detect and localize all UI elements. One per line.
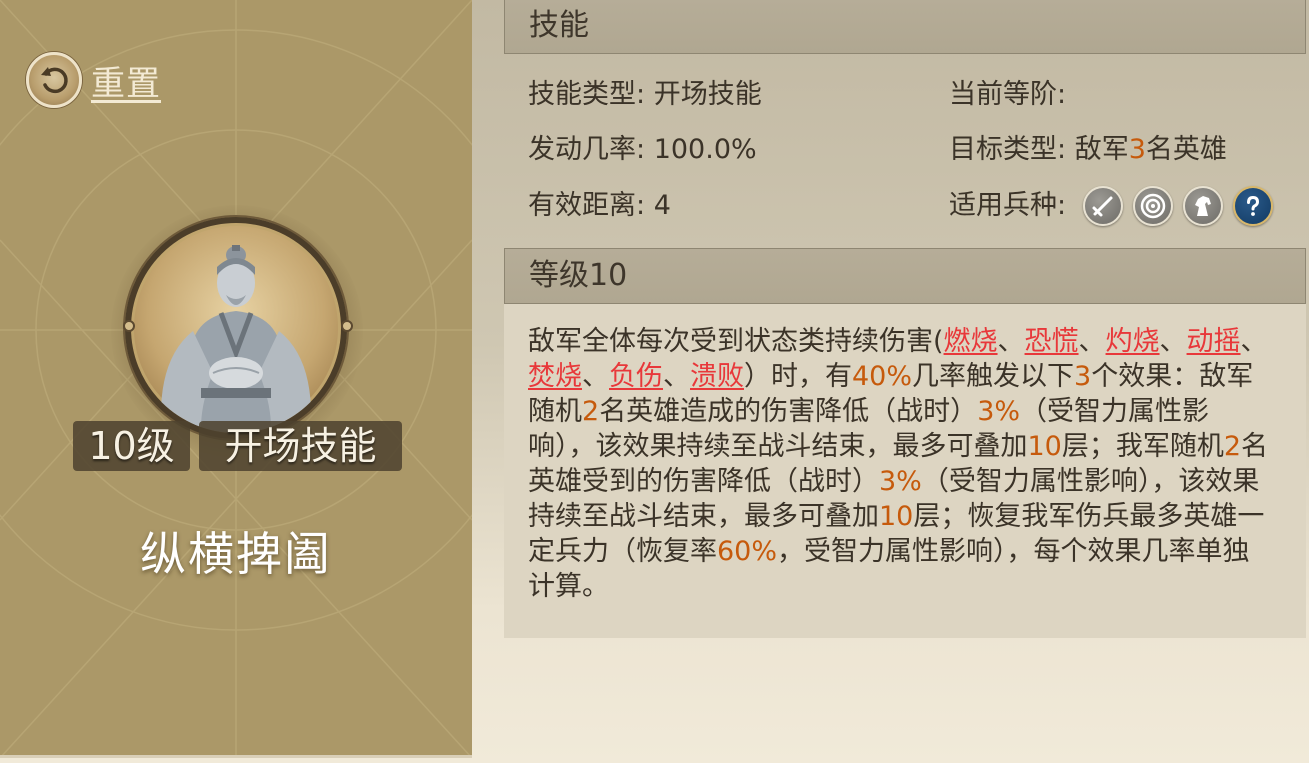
- target-type-prefix: 敌军: [1074, 134, 1129, 165]
- reset-button[interactable]: 重置: [26, 52, 161, 108]
- skill-card-panel: 重置 10级 开场技能 纵横捭阖: [0, 0, 472, 758]
- level-section-header: 等级10: [504, 248, 1306, 304]
- trigger-rate-label: 发动几率:: [528, 134, 646, 165]
- description-text: 名英雄造成的伤害降低（战时）: [599, 396, 978, 427]
- range-label: 有效距离:: [528, 190, 646, 221]
- status-effect-link[interactable]: 恐慌: [1025, 326, 1079, 357]
- reset-icon: [26, 52, 82, 108]
- skill-description-box: 敌军全体每次受到状态类持续伤害(燃烧、恐慌、灼烧、动摇、焚烧、负伤、溃败）时，有…: [504, 304, 1306, 638]
- description-text: 敌军全体每次受到状态类持续伤害(: [528, 326, 944, 357]
- question-icon[interactable]: [1233, 186, 1273, 226]
- range-row: 有效距离: 4: [528, 189, 671, 223]
- description-text: 、: [1159, 326, 1187, 357]
- highlight-value: 2: [1223, 431, 1242, 462]
- skill-name: 纵横捭阖: [140, 527, 332, 581]
- target-type-suffix: 名英雄: [1145, 134, 1227, 165]
- skill-section-header: 技能: [504, 0, 1306, 54]
- skill-portrait: [111, 205, 363, 457]
- description-text: 、: [1240, 326, 1268, 357]
- highlight-value: 40%: [852, 361, 913, 392]
- description-text: 几率触发以下: [912, 361, 1075, 392]
- status-effect-link[interactable]: 焚烧: [528, 361, 582, 392]
- target-icon[interactable]: [1133, 186, 1173, 226]
- range-value: 4: [653, 190, 671, 221]
- unit-types-row: 适用兵种:: [949, 189, 1066, 223]
- status-effect-link[interactable]: 负伤: [609, 361, 663, 392]
- highlight-value: 60%: [717, 536, 778, 567]
- ring-ornament: [123, 320, 135, 332]
- trigger-rate-value: 100.0%: [653, 134, 757, 165]
- description-text: 、: [582, 361, 609, 392]
- strategist-portrait-icon: [125, 217, 347, 439]
- highlight-value: 10: [879, 501, 914, 532]
- highlight-value: 2: [582, 396, 600, 427]
- current-tier-label: 当前等阶:: [949, 79, 1067, 110]
- sword-icon[interactable]: [1083, 186, 1123, 226]
- unit-types-label: 适用兵种:: [949, 190, 1067, 221]
- skill-description: 敌军全体每次受到状态类持续伤害(燃烧、恐慌、灼烧、动摇、焚烧、负伤、溃败）时，有…: [528, 324, 1270, 604]
- highlight-value: 3%: [977, 396, 1021, 427]
- skill-level-badge: 10级: [73, 421, 190, 471]
- description-text: ）时，有: [744, 361, 852, 392]
- highlight-value: 3: [1074, 361, 1092, 392]
- horse-icon[interactable]: [1183, 186, 1223, 226]
- target-type-row: 目标类型: 敌军3名英雄: [949, 133, 1227, 167]
- target-type-label: 目标类型:: [949, 134, 1067, 165]
- current-tier-row: 当前等阶:: [949, 78, 1066, 112]
- unit-type-icons: [1083, 186, 1283, 226]
- status-effect-link[interactable]: 燃烧: [944, 326, 998, 357]
- status-effect-link[interactable]: 灼烧: [1106, 326, 1160, 357]
- status-effect-link[interactable]: 溃败: [690, 361, 744, 392]
- target-count: 3: [1128, 134, 1146, 165]
- skill-type-value: 开场技能: [653, 79, 762, 110]
- skill-type-badge: 开场技能: [199, 421, 402, 471]
- highlight-value: 10: [1027, 431, 1062, 462]
- status-effect-link[interactable]: 动摇: [1187, 326, 1241, 357]
- ring-ornament: [341, 320, 353, 332]
- skill-type-label: 技能类型:: [528, 79, 646, 110]
- description-text: 、: [663, 361, 690, 392]
- description-text: 、: [997, 326, 1025, 357]
- skill-type-row: 技能类型: 开场技能: [528, 78, 762, 112]
- highlight-value: 3%: [879, 466, 922, 497]
- reset-label: 重置: [91, 63, 161, 104]
- description-text: 层；我军随机: [1061, 431, 1224, 462]
- description-text: 、: [1078, 326, 1106, 357]
- trigger-rate-row: 发动几率: 100.0%: [528, 133, 757, 167]
